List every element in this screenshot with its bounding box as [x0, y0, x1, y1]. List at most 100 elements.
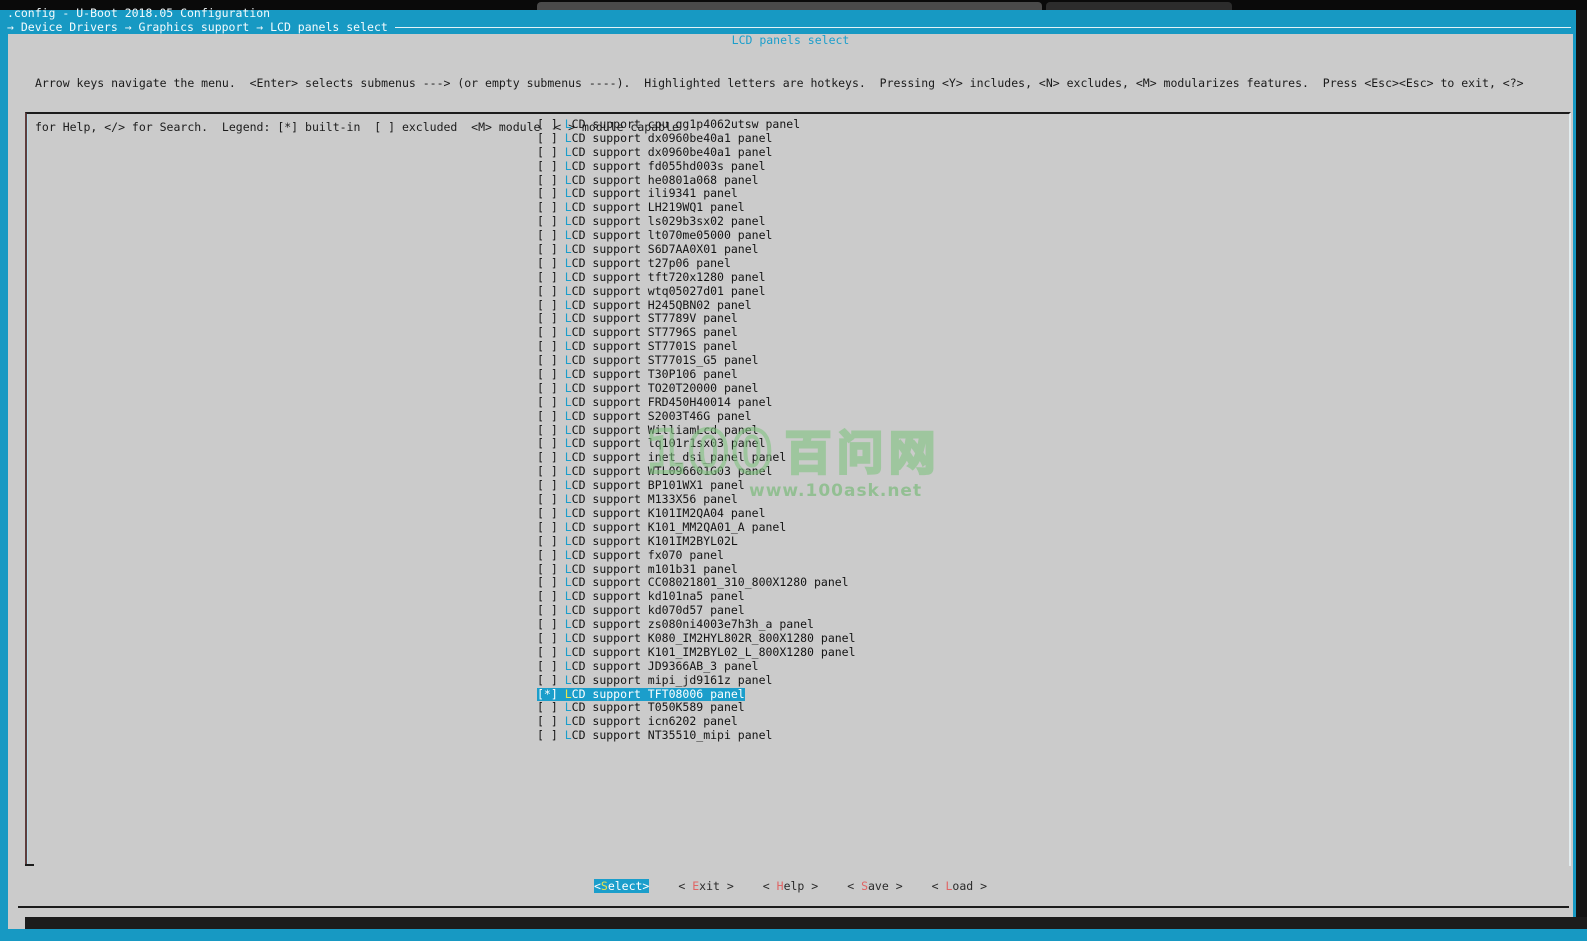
list-item[interactable]: [ ] LCD support S6D7AA0X01 panel: [537, 243, 759, 257]
list-item[interactable]: [ ] LCD support WTL096601G03 panel: [537, 465, 772, 479]
list-item[interactable]: [ ] LCD support K101IM2QA04 panel: [537, 507, 766, 521]
item-label: CD support BP101WX1 panel: [572, 478, 745, 492]
list-item[interactable]: [ ] LCD support dx0960be40a1 panel: [537, 132, 772, 146]
checkbox: [ ]: [537, 131, 565, 145]
checkbox: [ ]: [537, 673, 565, 687]
hotkey-letter: L: [565, 298, 572, 312]
list-item[interactable]: [ ] LCD support NT35510_mipi panel: [537, 729, 772, 743]
list-item[interactable]: [ ] LCD support M133X56 panel: [537, 493, 738, 507]
select-button[interactable]: <Select>: [594, 879, 649, 893]
list-item[interactable]: [ ] LCD support mipi_jd9161z panel: [537, 674, 772, 688]
list-item[interactable]: [ ] LCD support WilliamLcd panel: [537, 424, 759, 438]
list-item[interactable]: [ ] LCD support ST7796S panel: [537, 326, 738, 340]
button-label-rest: elect>: [608, 879, 650, 893]
list-item[interactable]: [ ] LCD support H245QBN02 panel: [537, 299, 752, 313]
list-item[interactable]: [ ] LCD support fx070 panel: [537, 549, 724, 563]
list-item[interactable]: [ ] LCD support fd055hd003s panel: [537, 160, 766, 174]
item-label: CD support ST7789V panel: [572, 311, 738, 325]
list-item[interactable]: [ ] LCD support K101_IM2BYL02_L_800X1280…: [537, 646, 856, 660]
hotkey-letter: L: [565, 173, 572, 187]
item-label: CD support WilliamLcd panel: [572, 423, 759, 437]
item-label: CD support M133X56 panel: [572, 492, 738, 506]
hotkey-letter: L: [565, 603, 572, 617]
list-item[interactable]: [ ] LCD support ili9341 panel: [537, 187, 738, 201]
list-item[interactable]: [*] LCD support TFT08006 panel: [537, 688, 745, 702]
list-item[interactable]: [ ] LCD support cpu_gg1p4062utsw panel: [537, 118, 800, 132]
list-item[interactable]: [ ] LCD support lt070me05000 panel: [537, 229, 772, 243]
list-item[interactable]: [ ] LCD support kd070d57 panel: [537, 604, 745, 618]
list-item[interactable]: [ ] LCD support K101_MM2QA01_A panel: [537, 521, 786, 535]
list-item[interactable]: [ ] LCD support wtq05027d01 panel: [537, 285, 766, 299]
list-item[interactable]: [ ] LCD support he0801a068 panel: [537, 174, 759, 188]
button-bracket-left: <: [678, 879, 692, 893]
list-item[interactable]: [ ] LCD support S2003T46G panel: [537, 410, 752, 424]
item-label: CD support FRD450H40014 panel: [572, 395, 773, 409]
button-label-rest: elp >: [784, 879, 819, 893]
hotkey-letter: L: [565, 200, 572, 214]
bottom-edge-strip: [25, 917, 1587, 929]
checkbox: [ ]: [537, 548, 565, 562]
checkbox: [ ]: [537, 325, 565, 339]
checkbox: [ ]: [537, 617, 565, 631]
list-item[interactable]: [ ] LCD support T050K589 panel: [537, 701, 745, 715]
checkbox: [ ]: [537, 534, 565, 548]
hotkey-letter: L: [565, 409, 572, 423]
checkbox: [ ]: [537, 409, 565, 423]
list-item[interactable]: [ ] LCD support icn6202 panel: [537, 715, 738, 729]
list-item[interactable]: [ ] LCD support ls029b3sx02 panel: [537, 215, 766, 229]
panel-list-box: [ ] LCD support cpu_gg1p4062utsw panel[ …: [25, 112, 1571, 866]
item-label: CD support m101b31 panel: [572, 562, 738, 576]
exit-button[interactable]: < Exit >: [678, 879, 733, 893]
hotkey-letter: L: [565, 145, 572, 159]
list-item[interactable]: [ ] LCD support kd101na5 panel: [537, 590, 745, 604]
list-item[interactable]: [ ] LCD support TO20T20000 panel: [537, 382, 759, 396]
button-row: <Select> < Exit > < Help > < Save > < Load >: [8, 879, 1573, 893]
list-item[interactable]: [ ] LCD support BP101WX1 panel: [537, 479, 745, 493]
item-label: CD support wtq05027d01 panel: [572, 284, 766, 298]
checkbox: [ ]: [537, 478, 565, 492]
checkbox: [ ]: [537, 367, 565, 381]
list-item[interactable]: [ ] LCD support dx0960be40a1 panel: [537, 146, 772, 160]
list-item[interactable]: [ ] LCD support CC08021801_310_800X1280 …: [537, 576, 849, 590]
list-item[interactable]: [ ] LCD support inet_dsi_panel panel: [537, 451, 786, 465]
item-label: CD support lq101r1sx03 panel: [572, 436, 766, 450]
list-item[interactable]: [ ] LCD support t27p06 panel: [537, 257, 731, 271]
item-label: CD support mipi_jd9161z panel: [572, 673, 773, 687]
list-item[interactable]: [ ] LCD support lq101r1sx03 panel: [537, 437, 766, 451]
list-item[interactable]: [ ] LCD support ST7701S panel: [537, 340, 738, 354]
item-label: CD support kd101na5 panel: [572, 589, 745, 603]
list-item[interactable]: [ ] LCD support LH219WQ1 panel: [537, 201, 745, 215]
checkbox: [ ]: [537, 423, 565, 437]
save-button[interactable]: < Save >: [847, 879, 902, 893]
list-item[interactable]: [ ] LCD support JD9366AB_3 panel: [537, 660, 759, 674]
terminal-screen: .config - U-Boot 2018.05 Configuration →…: [0, 0, 1587, 941]
list-item[interactable]: [ ] LCD support K101IM2BYL02L: [537, 535, 738, 549]
list-item[interactable]: [ ] LCD support FRD450H40014 panel: [537, 396, 772, 410]
hotkey-letter: L: [565, 534, 572, 548]
list-item[interactable]: [ ] LCD support T30P106 panel: [537, 368, 738, 382]
dialog-bottom-rule: [18, 906, 1569, 908]
list-item[interactable]: [ ] LCD support tft720x1280 panel: [537, 271, 766, 285]
item-label: CD support H245QBN02 panel: [572, 298, 752, 312]
button-bracket-left: <: [847, 879, 861, 893]
list-item[interactable]: [ ] LCD support K080_IM2HYL802R_800X1280…: [537, 632, 856, 646]
checkbox: [ ]: [537, 728, 565, 742]
checkbox: [ ]: [537, 381, 565, 395]
hotkey-letter: L: [565, 562, 572, 576]
item-label: CD support K101_MM2QA01_A panel: [572, 520, 787, 534]
hotkey-letter: L: [565, 673, 572, 687]
list-item[interactable]: [ ] LCD support ST7701S_G5 panel: [537, 354, 759, 368]
help-button[interactable]: < Help >: [763, 879, 818, 893]
button-label-rest: xit >: [699, 879, 734, 893]
hotkey-letter: L: [565, 284, 572, 298]
load-button[interactable]: < Load >: [932, 879, 987, 893]
list-item[interactable]: [ ] LCD support m101b31 panel: [537, 563, 738, 577]
list-item[interactable]: [ ] LCD support ST7789V panel: [537, 312, 738, 326]
checkbox: [ ]: [537, 311, 565, 325]
checkbox: [ ]: [537, 450, 565, 464]
item-label: CD support tft720x1280 panel: [572, 270, 766, 284]
checkbox: [ ]: [537, 186, 565, 200]
list-item[interactable]: [ ] LCD support zs080ni4003e7h3h_a panel: [537, 618, 814, 632]
breadcrumb-rule: [395, 27, 1571, 28]
checkbox: [ ]: [537, 173, 565, 187]
